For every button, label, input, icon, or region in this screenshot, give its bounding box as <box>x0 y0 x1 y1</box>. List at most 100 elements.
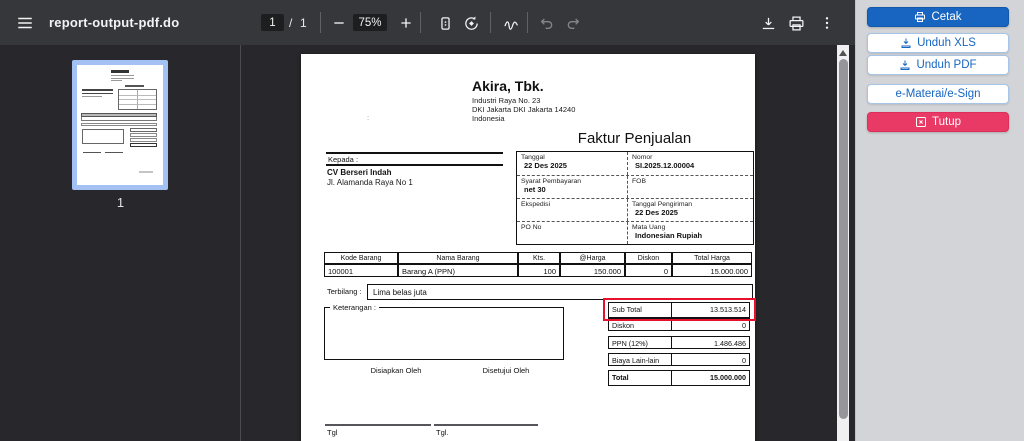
invoice-title: Faktur Penjualan <box>516 130 753 147</box>
download-icon[interactable] <box>758 13 778 33</box>
stray-colon: : <box>367 114 369 123</box>
zoom-out-icon[interactable] <box>329 13 349 33</box>
grand-total-row: Total 15.000.000 <box>608 370 750 386</box>
viewer-scrollbar[interactable] <box>837 45 849 441</box>
print-button[interactable]: Cetak <box>867 7 1009 27</box>
toolbar-divider <box>320 12 321 33</box>
info-label: FOB <box>632 178 753 185</box>
download-pdf-label: Unduh PDF <box>916 59 976 71</box>
ppn-row: PPN (12%) 1.486.486 <box>608 336 750 349</box>
item-cell: 15.000.000 <box>672 264 752 277</box>
close-button[interactable]: Tutup <box>867 112 1009 132</box>
subtotal-row: Sub Total 13.513.514 <box>608 302 750 318</box>
toolbar-divider <box>490 12 491 33</box>
items-header: Kode Barang <box>324 252 398 264</box>
pdf-toolbar: report-output-pdf.do 1 / 1 75% <box>0 0 855 45</box>
scrollbar-thumb[interactable] <box>839 59 848 419</box>
info-label: Ekspedisi <box>521 201 627 208</box>
rotate-icon[interactable] <box>461 13 481 33</box>
item-cell: Barang A (PPN) <box>398 264 518 277</box>
info-label: PO No <box>521 224 627 231</box>
thumbnail-page-number: 1 <box>0 195 241 210</box>
viewer-area: : Akira, Tbk. Industri Raya No. 23 DKI J… <box>241 45 855 441</box>
download-pdf-button[interactable]: Unduh PDF <box>867 55 1009 75</box>
info-label: Tanggal Pengiriman <box>632 201 753 208</box>
download-icon <box>899 59 911 71</box>
total-value: 0 <box>672 353 750 366</box>
download-xls-label: Unduh XLS <box>917 37 976 49</box>
redo-icon[interactable] <box>563 13 583 33</box>
items-header: @Harga <box>560 252 625 264</box>
thumbnail-preview <box>77 65 163 185</box>
terbilang-value: Lima belas juta <box>367 284 753 300</box>
info-label: Tanggal <box>521 154 627 161</box>
info-label: Nomor <box>632 154 753 161</box>
items-table: Kode Barang Nama Barang Kts. @Harga Disk… <box>324 252 753 277</box>
fit-page-icon[interactable] <box>435 13 455 33</box>
document-title: report-output-pdf.do <box>49 0 179 45</box>
undo-icon[interactable] <box>537 13 557 33</box>
items-header: Kts. <box>518 252 560 264</box>
total-value: 15.000.000 <box>672 370 750 386</box>
annotate-icon[interactable] <box>501 13 521 33</box>
action-sidebar: Cetak Unduh XLS Unduh PDF e-Materai/e-Si… <box>855 0 1024 441</box>
terbilang-label: Terbilang : <box>327 287 362 296</box>
page-separator: / <box>289 0 292 45</box>
print-button-label: Cetak <box>931 11 961 23</box>
diskon-row: Diskon 0 <box>608 318 750 331</box>
zoom-in-icon[interactable] <box>396 13 416 33</box>
customer-name: CV Berseri Indah <box>327 168 391 177</box>
info-label: Mata Uang <box>632 224 753 231</box>
total-value: 13.513.514 <box>672 302 750 318</box>
date-label: Tgl. <box>436 428 449 437</box>
info-value: 22 Des 2025 <box>521 161 627 170</box>
signature-approved-label: Disetujui Oleh <box>451 366 561 375</box>
ematerai-esign-button[interactable]: e-Materai/e-Sign <box>867 84 1009 104</box>
customer-address: Jl. Alamanda Raya No 1 <box>327 179 413 188</box>
page-1-thumbnail[interactable] <box>72 60 168 190</box>
item-cell: 0 <box>625 264 672 277</box>
total-label: Sub Total <box>608 302 672 318</box>
print-icon <box>914 11 926 23</box>
close-icon <box>915 116 927 128</box>
keterangan-label: Keterangan : <box>330 303 379 312</box>
total-label: Total <box>608 370 672 386</box>
biaya-row: Biaya Lain-lain 0 <box>608 353 750 366</box>
page-number-input[interactable]: 1 <box>261 14 284 31</box>
total-label: PPN (12%) <box>608 336 672 349</box>
items-header: Nama Barang <box>398 252 518 264</box>
company-name: Akira, Tbk. <box>472 78 544 94</box>
items-header: Diskon <box>625 252 672 264</box>
info-value: Indonesian Rupiah <box>632 231 753 240</box>
item-cell: 150.000 <box>560 264 625 277</box>
date-line <box>325 424 431 426</box>
more-options-icon[interactable] <box>817 13 837 33</box>
item-cell: 100001 <box>324 264 398 277</box>
ematerai-esign-label: e-Materai/e-Sign <box>895 88 980 100</box>
scrollbar-up-arrow[interactable] <box>839 49 847 57</box>
download-xls-button[interactable]: Unduh XLS <box>867 33 1009 53</box>
signature-prepared-label: Disiapkan Oleh <box>341 366 451 375</box>
total-value: 1.486.486 <box>672 336 750 349</box>
kepada-label: Kepada : <box>328 155 358 164</box>
rule <box>326 152 503 154</box>
print-icon[interactable] <box>786 13 806 33</box>
info-value: SI.2025.12.00004 <box>632 161 753 170</box>
menu-icon[interactable] <box>14 12 35 33</box>
toolbar-divider <box>527 12 528 33</box>
download-icon <box>900 37 912 49</box>
page-total: 1 <box>300 0 307 45</box>
thumbnail-panel: 1 <box>0 45 241 441</box>
company-address-line-3: Indonesia <box>472 115 505 124</box>
close-button-label: Tutup <box>932 116 961 128</box>
keterangan-box <box>324 307 564 360</box>
info-label: Syarat Pembayaran <box>521 178 627 185</box>
info-value: net 30 <box>521 185 627 194</box>
zoom-level-input[interactable]: 75% <box>353 14 387 31</box>
invoice-page: : Akira, Tbk. Industri Raya No. 23 DKI J… <box>301 54 755 441</box>
total-value: 0 <box>672 318 750 331</box>
item-cell: 100 <box>518 264 560 277</box>
toolbar-divider <box>420 12 421 33</box>
rule <box>326 164 503 166</box>
total-label: Biaya Lain-lain <box>608 353 672 366</box>
